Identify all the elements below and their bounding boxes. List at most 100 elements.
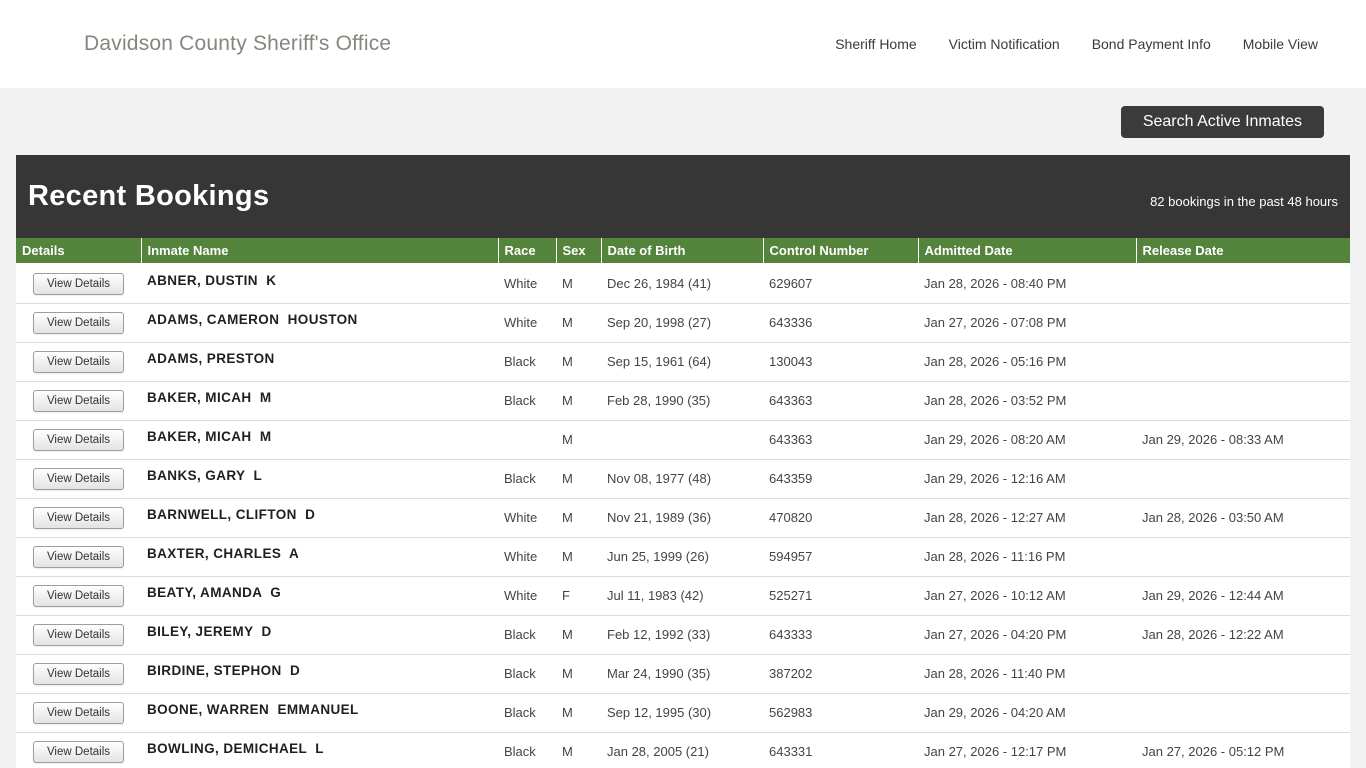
top-nav: Sheriff Home Victim Notification Bond Pa…	[835, 36, 1318, 52]
nav-bond-payment-info[interactable]: Bond Payment Info	[1092, 36, 1211, 52]
details-cell: View Details	[16, 264, 141, 303]
inmate-name-cell: BANKS, GARY L	[141, 459, 498, 498]
release-date-cell: Jan 28, 2026 - 12:22 AM	[1136, 615, 1350, 654]
details-cell: View Details	[16, 576, 141, 615]
race-cell: Black	[498, 459, 556, 498]
control-number-cell: 387202	[763, 654, 918, 693]
sex-cell: M	[556, 498, 601, 537]
col-header-sex: Sex	[556, 238, 601, 264]
race-cell: White	[498, 537, 556, 576]
view-details-button[interactable]: View Details	[33, 390, 124, 412]
control-number-cell: 470820	[763, 498, 918, 537]
inmate-name-cell: BARNWELL, CLIFTON D	[141, 498, 498, 537]
details-cell: View Details	[16, 459, 141, 498]
sex-cell: M	[556, 459, 601, 498]
dob-cell: Sep 15, 1961 (64)	[601, 342, 763, 381]
release-date-cell	[1136, 381, 1350, 420]
sex-cell: M	[556, 693, 601, 732]
dob-cell: Jul 11, 1983 (42)	[601, 576, 763, 615]
details-cell: View Details	[16, 381, 141, 420]
control-number-cell: 643363	[763, 381, 918, 420]
race-cell: White	[498, 264, 556, 303]
table-header-row: Details Inmate Name Race Sex Date of Bir…	[16, 238, 1350, 264]
sex-cell: F	[556, 576, 601, 615]
details-cell: View Details	[16, 420, 141, 459]
control-number-cell: 525271	[763, 576, 918, 615]
table-row: View Details BIRDINE, STEPHON D Black M …	[16, 654, 1350, 693]
control-number-cell: 594957	[763, 537, 918, 576]
view-details-button[interactable]: View Details	[33, 312, 124, 334]
admitted-date-cell: Jan 27, 2026 - 12:17 PM	[918, 732, 1136, 768]
race-cell: Black	[498, 342, 556, 381]
inmate-name-cell: BILEY, JEREMY D	[141, 615, 498, 654]
race-cell: White	[498, 576, 556, 615]
dob-cell: Jan 28, 2005 (21)	[601, 732, 763, 768]
dob-cell	[601, 420, 763, 459]
admitted-date-cell: Jan 29, 2026 - 04:20 AM	[918, 693, 1136, 732]
col-header-inmate-name: Inmate Name	[141, 238, 498, 264]
inmate-name-cell: BIRDINE, STEPHON D	[141, 654, 498, 693]
details-cell: View Details	[16, 615, 141, 654]
table-row: View Details BEATY, AMANDA G White F Jul…	[16, 576, 1350, 615]
view-details-button[interactable]: View Details	[33, 741, 124, 763]
inmate-name-cell: ADAMS, PRESTON	[141, 342, 498, 381]
col-header-date-of-birth: Date of Birth	[601, 238, 763, 264]
inmate-name-cell: ABNER, DUSTIN K	[141, 264, 498, 303]
table-row: View Details BAXTER, CHARLES A White M J…	[16, 537, 1350, 576]
control-number-cell: 643333	[763, 615, 918, 654]
nav-victim-notification[interactable]: Victim Notification	[949, 36, 1060, 52]
sex-cell: M	[556, 342, 601, 381]
details-cell: View Details	[16, 537, 141, 576]
admitted-date-cell: Jan 29, 2026 - 08:20 AM	[918, 420, 1136, 459]
view-details-button[interactable]: View Details	[33, 585, 124, 607]
details-cell: View Details	[16, 303, 141, 342]
details-cell: View Details	[16, 342, 141, 381]
search-band: Search Active Inmates	[0, 88, 1366, 155]
bookings-panel: Recent Bookings 82 bookings in the past …	[16, 155, 1350, 768]
site-header: Davidson County Sheriff's Office Sheriff…	[0, 0, 1366, 88]
control-number-cell: 562983	[763, 693, 918, 732]
dob-cell: Sep 20, 1998 (27)	[601, 303, 763, 342]
nav-mobile-view[interactable]: Mobile View	[1243, 36, 1318, 52]
sex-cell: M	[556, 381, 601, 420]
sex-cell: M	[556, 303, 601, 342]
dob-cell: Jun 25, 1999 (26)	[601, 537, 763, 576]
release-date-cell	[1136, 459, 1350, 498]
table-row: View Details BANKS, GARY L Black M Nov 0…	[16, 459, 1350, 498]
table-row: View Details ADAMS, PRESTON Black M Sep …	[16, 342, 1350, 381]
bookings-banner: Recent Bookings 82 bookings in the past …	[16, 155, 1350, 238]
view-details-button[interactable]: View Details	[33, 702, 124, 724]
release-date-cell	[1136, 264, 1350, 303]
release-date-cell: Jan 27, 2026 - 05:12 PM	[1136, 732, 1350, 768]
bookings-table: Details Inmate Name Race Sex Date of Bir…	[16, 238, 1350, 768]
release-date-cell	[1136, 342, 1350, 381]
col-header-admitted-date: Admitted Date	[918, 238, 1136, 264]
table-row: View Details ABNER, DUSTIN K White M Dec…	[16, 264, 1350, 303]
control-number-cell: 130043	[763, 342, 918, 381]
view-details-button[interactable]: View Details	[33, 624, 124, 646]
inmate-name-cell: BAKER, MICAH M	[141, 420, 498, 459]
view-details-button[interactable]: View Details	[33, 273, 124, 295]
view-details-button[interactable]: View Details	[33, 351, 124, 373]
sex-cell: M	[556, 264, 601, 303]
sex-cell: M	[556, 615, 601, 654]
view-details-button[interactable]: View Details	[33, 429, 124, 451]
view-details-button[interactable]: View Details	[33, 546, 124, 568]
inmate-name-cell: BAXTER, CHARLES A	[141, 537, 498, 576]
nav-sheriff-home[interactable]: Sheriff Home	[835, 36, 916, 52]
inmate-name-cell: BEATY, AMANDA G	[141, 576, 498, 615]
release-date-cell	[1136, 537, 1350, 576]
sex-cell: M	[556, 654, 601, 693]
admitted-date-cell: Jan 27, 2026 - 04:20 PM	[918, 615, 1136, 654]
view-details-button[interactable]: View Details	[33, 468, 124, 490]
view-details-button[interactable]: View Details	[33, 663, 124, 685]
dob-cell: Mar 24, 1990 (35)	[601, 654, 763, 693]
details-cell: View Details	[16, 693, 141, 732]
inmate-name-cell: BOWLING, DEMICHAEL L	[141, 732, 498, 768]
view-details-button[interactable]: View Details	[33, 507, 124, 529]
search-active-inmates-button[interactable]: Search Active Inmates	[1121, 106, 1324, 138]
release-date-cell	[1136, 654, 1350, 693]
details-cell: View Details	[16, 498, 141, 537]
bookings-count: 82 bookings in the past 48 hours	[1150, 194, 1338, 209]
control-number-cell: 629607	[763, 264, 918, 303]
